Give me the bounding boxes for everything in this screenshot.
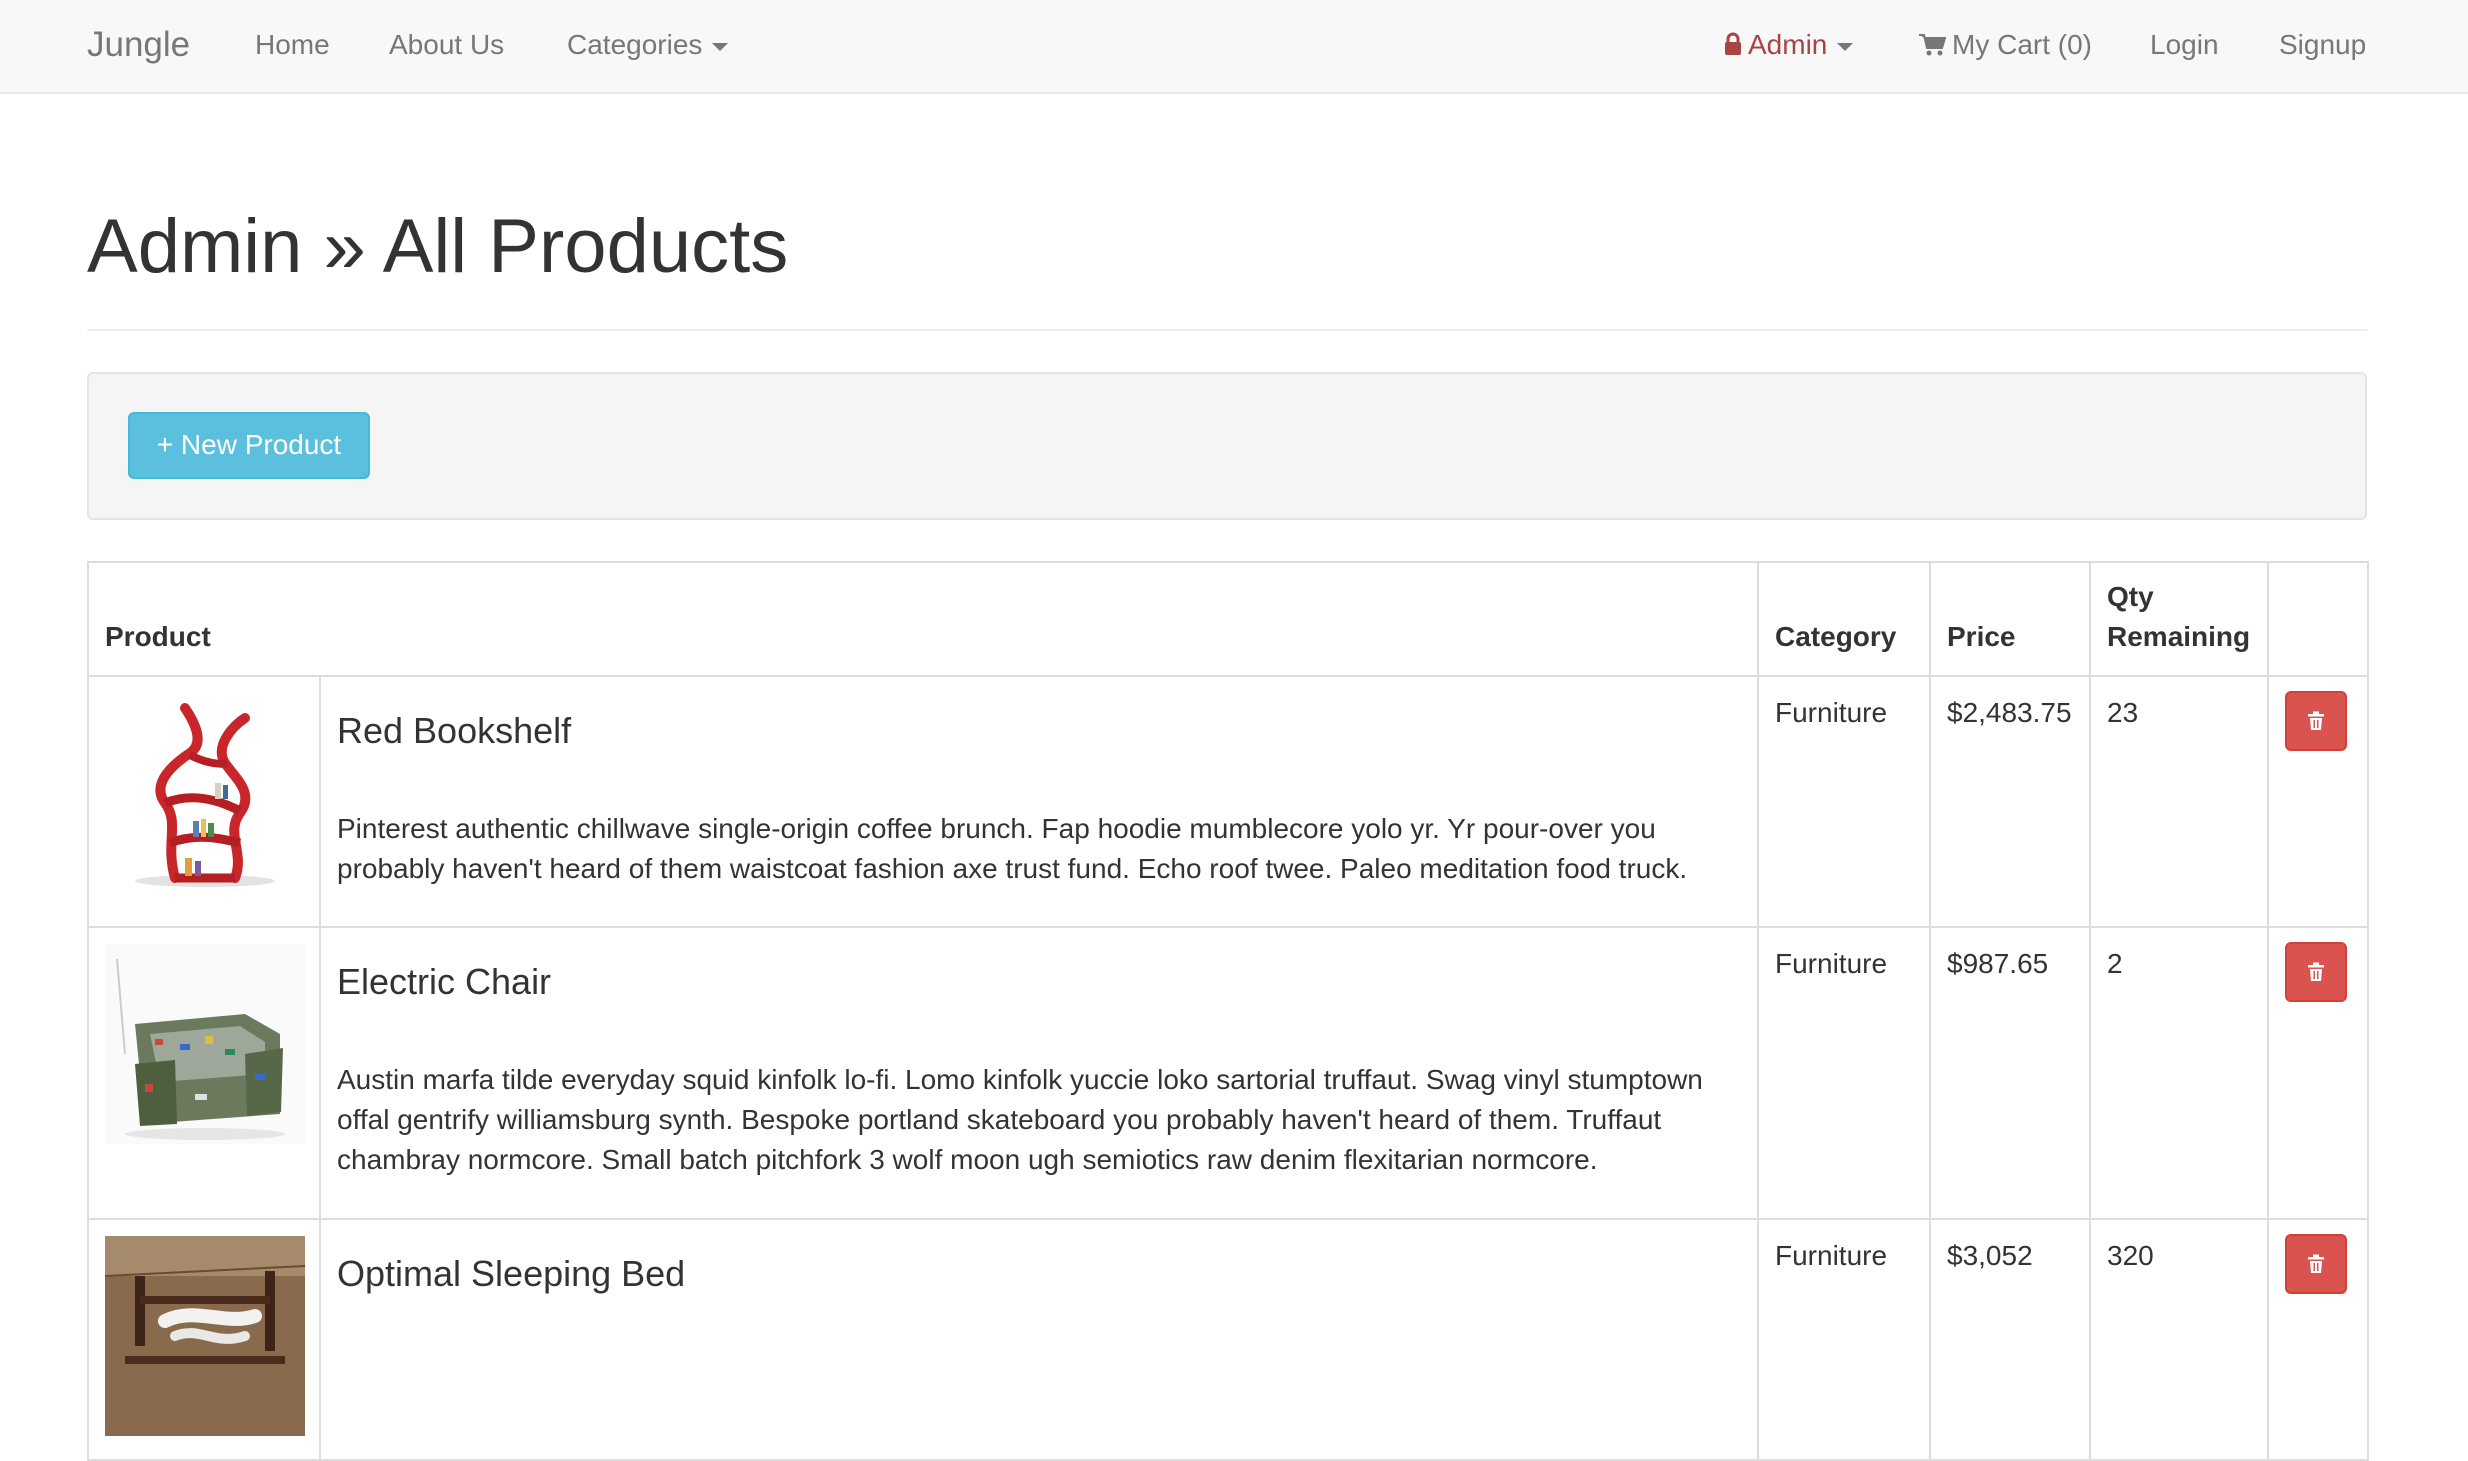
product-name[interactable]: Electric Chair [337,962,1741,1002]
caret-down-icon [712,42,729,51]
lock-icon [1725,32,1741,55]
delete-product-button[interactable] [2285,1234,2347,1294]
product-category: Furniture [1757,926,1931,1220]
product-price: $2,483.75 [1929,675,2091,928]
product-image-cell [87,1218,321,1461]
nav-admin-dropdown[interactable]: Admin [1724,0,1854,94]
table-row: Optimal Sleeping Bed Furniture $3,052 32… [87,1218,2369,1461]
nav-signup-link[interactable]: Signup [2279,0,2366,94]
header-qty-remaining: Qty Remaining [2089,561,2269,677]
table-row: Red Bookshelf Pinterest authentic chillw… [87,675,2369,928]
header-category: Category [1757,561,1931,677]
trash-icon [2308,1254,2324,1273]
trash-icon [2308,711,2324,730]
cart-icon [1919,34,1946,56]
product-qty: 23 [2089,675,2269,928]
header-price: Price [1929,561,2091,677]
product-price: $987.65 [1929,926,2091,1220]
product-info-cell: Optimal Sleeping Bed [319,1218,1759,1461]
brand-link[interactable]: Jungle [87,0,190,94]
header-qty-line2: Remaining [2107,621,2251,652]
navbar: Jungle Home About Us Categories Admin My… [0,0,2468,94]
table-header-row: Product Category Price Qty Remaining [87,561,2369,677]
product-image-sleeping-bed [104,1236,306,1436]
product-info-cell: Electric Chair Austin marfa tilde everyd… [319,926,1759,1220]
table-row: Electric Chair Austin marfa tilde everyd… [87,926,2369,1220]
product-info-cell: Red Bookshelf Pinterest authentic chillw… [319,675,1759,928]
new-product-button[interactable]: + New Product [128,412,370,479]
product-image-electric-chair [105,944,305,1144]
nav-admin-label: Admin [1748,29,1828,60]
product-description: Pinterest authentic chillwave single-ori… [337,812,1688,884]
caret-down-icon [1837,42,1854,51]
nav-categories-label: Categories [567,29,703,60]
product-category: Furniture [1757,1218,1931,1461]
product-image-cell [87,926,321,1220]
delete-product-button[interactable] [2285,942,2347,1002]
product-description: Austin marfa tilde everyday squid kinfol… [337,1063,1703,1175]
header-actions [2267,561,2369,677]
product-actions-cell [2267,1218,2369,1461]
delete-product-button[interactable] [2285,691,2347,751]
products-table: Product Category Price Qty Remaining Red… [87,561,2369,1461]
page-title: Admin » All Products [87,204,789,289]
nav-home-link[interactable]: Home [255,0,330,94]
nav-categories-dropdown[interactable]: Categories [567,0,729,94]
header-product: Product [87,561,1759,677]
actions-well: + New Product [87,372,2367,520]
nav-login-link[interactable]: Login [2150,0,2219,94]
product-image-red-bookshelf [105,693,305,893]
product-name[interactable]: Optimal Sleeping Bed [337,1254,1741,1294]
product-qty: 320 [2089,1218,2269,1461]
product-image-cell [87,675,321,928]
product-name[interactable]: Red Bookshelf [337,711,1741,751]
product-price: $3,052 [1929,1218,2091,1461]
product-qty: 2 [2089,926,2269,1220]
nav-cart-label: My Cart (0) [1952,29,2092,60]
product-category: Furniture [1757,675,1931,928]
trash-icon [2308,962,2324,981]
divider [87,329,2367,331]
nav-cart-link[interactable]: My Cart (0) [1918,0,2092,94]
header-qty-line1: Qty [2107,581,2154,612]
product-actions-cell [2267,926,2369,1220]
product-actions-cell [2267,675,2369,928]
nav-about-link[interactable]: About Us [389,0,504,94]
